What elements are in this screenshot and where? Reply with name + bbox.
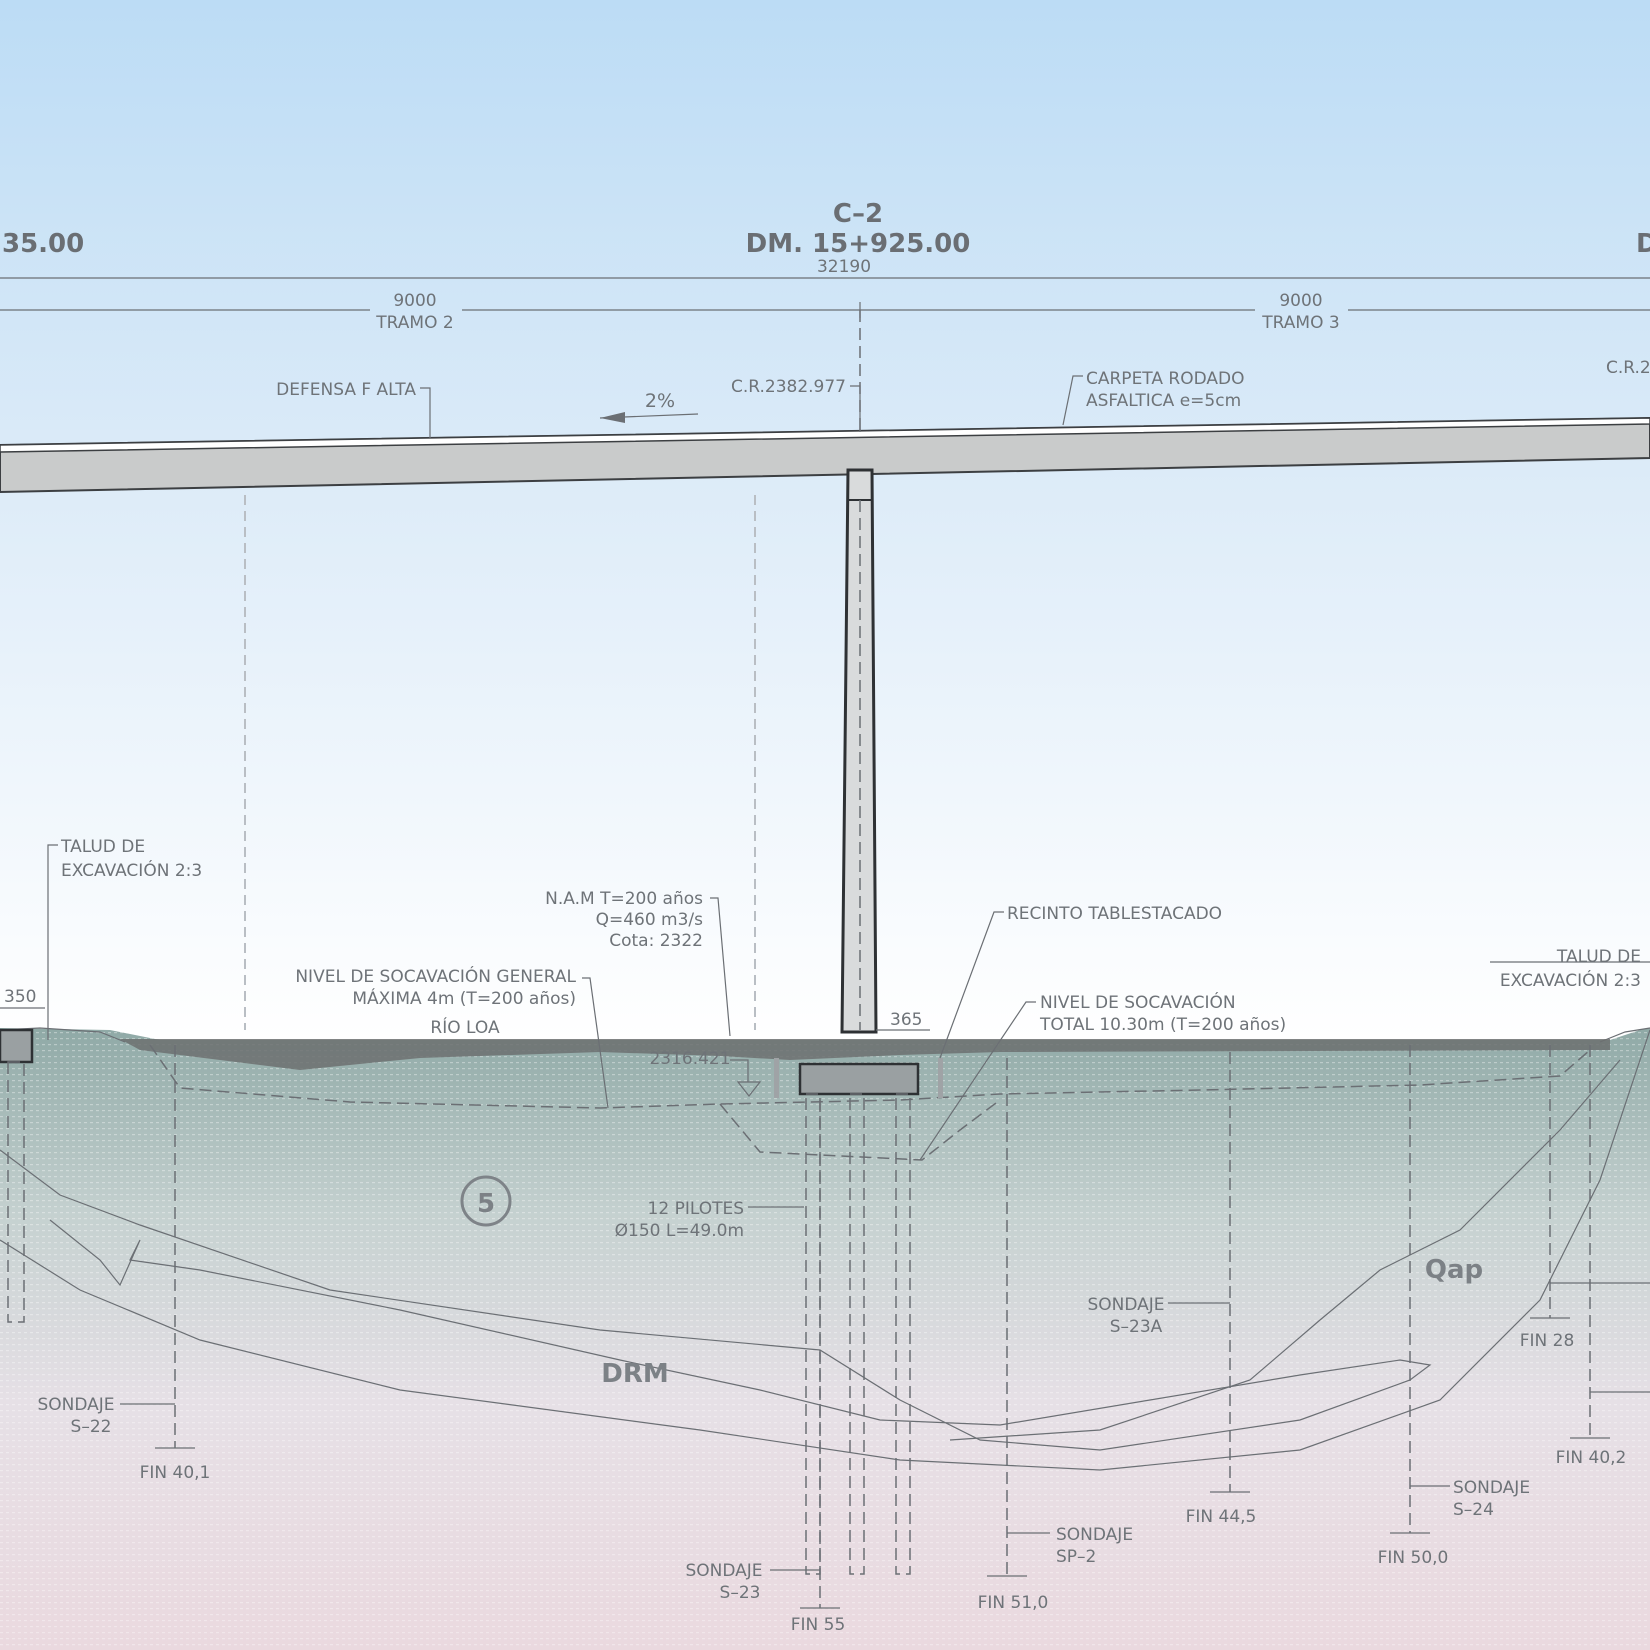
- piles-label-1: 12 PILOTES: [648, 1199, 744, 1219]
- recinto-label: RECINTO TABLESTACADO: [1007, 904, 1222, 924]
- borehole-s22-end: FIN 40,1: [140, 1463, 211, 1483]
- talud-left-label-1: TALUD DE: [60, 837, 145, 857]
- nam-label-3: Cota: 2322: [609, 931, 703, 951]
- station-label: DM. 15+925.00: [746, 229, 971, 259]
- span-2-length: 9000: [393, 291, 436, 311]
- sheet-pile-right: [938, 1058, 943, 1098]
- borehole-sp2-end: FIN 51,0: [978, 1593, 1049, 1613]
- span-3-length: 9000: [1279, 291, 1322, 311]
- borehole-sp2-label: SONDAJE: [1056, 1525, 1133, 1545]
- scour-general-label-2: MÁXIMA 4m (T=200 años): [352, 987, 576, 1009]
- pier-column: [840, 468, 878, 1034]
- defensa-label: DEFENSA F ALTA: [276, 380, 416, 400]
- borehole-s22-label: SONDAJE: [37, 1395, 114, 1415]
- borehole-s23a-end: FIN 44,5: [1186, 1507, 1257, 1527]
- borehole-s24-label: SONDAJE: [1453, 1478, 1530, 1498]
- carpeta-label-1: CARPETA RODADO: [1086, 369, 1245, 389]
- geology-qap-label: Qap: [1425, 1255, 1483, 1285]
- left-abutment: [0, 1028, 34, 1064]
- bridge-elevation-drawing: 5 35.00 C–2 DM. 15+925.00 D 32190 9000 T…: [0, 0, 1650, 1650]
- river-label: RÍO LOA: [430, 1016, 500, 1038]
- slope-label: 2%: [645, 390, 675, 412]
- span-2-name: TRAMO 2: [375, 313, 453, 333]
- borehole-s23-label: SONDAJE: [685, 1561, 762, 1581]
- right-station-partial: D: [1636, 229, 1650, 259]
- nam-label-2: Q=460 m3/s: [596, 910, 704, 930]
- borehole-s23-end: FIN 55: [791, 1615, 846, 1635]
- borehole-s23a-id: S–23A: [1110, 1317, 1163, 1337]
- scour-total-label-1: NIVEL DE SOCAVACIÓN: [1040, 991, 1236, 1013]
- borehole-sp2-id: SP–2: [1056, 1547, 1096, 1567]
- crown-level-right-partial: C.R.2: [1606, 358, 1650, 378]
- left-station-partial: 35.00: [2, 229, 84, 259]
- geology-drm-label: DRM: [601, 1359, 668, 1389]
- borehole-s22-id: S–22: [71, 1417, 112, 1437]
- nam-label-1: N.A.M T=200 años: [545, 889, 703, 909]
- talud-left-label-2: EXCAVACIÓN 2:3: [61, 859, 202, 881]
- scour-total-label-2: TOTAL 10.30m (T=200 años): [1039, 1015, 1286, 1035]
- sky-background: [0, 0, 1650, 1040]
- level-label: 2316.421: [649, 1049, 730, 1069]
- borehole-s24-id: S–24: [1453, 1500, 1494, 1520]
- borehole-s23-id: S–23: [720, 1583, 761, 1603]
- dim-350-label: 350: [4, 987, 36, 1007]
- sheet-pile-left: [774, 1058, 779, 1098]
- axis-label: C–2: [833, 199, 883, 229]
- talud-right-label-1: TALUD DE: [1556, 947, 1641, 967]
- total-length: 32190: [817, 257, 871, 277]
- piles-label-2: Ø150 L=49.0m: [615, 1221, 744, 1241]
- geologic-unit-number: 5: [477, 1189, 495, 1219]
- dim-365-label: 365: [890, 1010, 922, 1030]
- borehole-extra-1-end: FIN 28: [1520, 1331, 1575, 1351]
- borehole-s23a-label: SONDAJE: [1087, 1295, 1164, 1315]
- borehole-s24-end: FIN 50,0: [1378, 1548, 1449, 1568]
- crown-level-label: C.R.2382.977: [731, 377, 846, 397]
- scour-general-label-1: NIVEL DE SOCAVACIÓN GENERAL: [295, 965, 576, 987]
- span-3-name: TRAMO 3: [1261, 313, 1339, 333]
- pile-cap: [798, 1062, 920, 1096]
- talud-right-label-2: EXCAVACIÓN 2:3: [1500, 969, 1641, 991]
- carpeta-label-2: ASFALTICA e=5cm: [1086, 391, 1241, 411]
- borehole-extra-2-end: FIN 40,2: [1556, 1448, 1627, 1468]
